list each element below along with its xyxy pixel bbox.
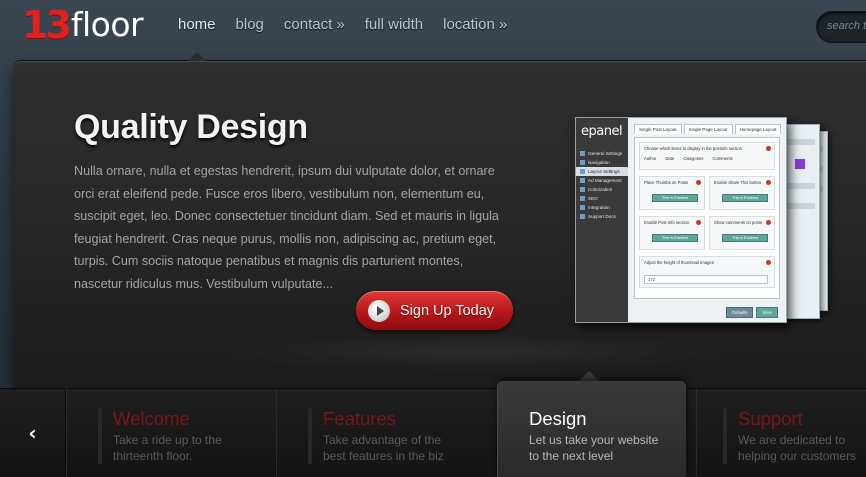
nav-blog[interactable]: blog [226,14,274,35]
slide-desc: Let us take your website to the next leve… [529,433,659,463]
slide-tab-features[interactable]: Features Take advantage of the best featu… [276,388,486,477]
site-logo[interactable]: 13 floor [22,3,144,47]
epanel-menu-item: Support Docs [576,212,628,221]
epanel-logo: epanel [581,124,623,139]
epanel-sidebar: epanel General Settings Navigation Layou… [576,118,628,322]
logo-number: 13 [22,3,72,47]
nav-location[interactable]: location » [433,14,517,35]
epanel-option-box: Enable Share This button This is Enabled [709,176,775,210]
play-icon [368,299,390,322]
site-header: 13 floor home blog contact » full width … [0,0,866,60]
epanel-body: Choose which items to display in the pos… [634,137,780,299]
featured-text: Nulla ornare, nulla et egestas hendrerit… [74,164,499,291]
epanel-thumb-height-row: Adjust the height of thumbnail images 17… [639,256,775,288]
epanel-menu-item: Ad Management [576,176,628,185]
slide-desc: Take a ride up to the thirteenth floor. [113,433,222,463]
nav-contact[interactable]: contact » [274,14,355,35]
epanel-postinfo-row: Choose which items to display in the pos… [639,142,775,170]
epanel-option-box: Place Thumbs on Posts This is Enabled [639,176,705,210]
epanel-screenshot: epanel General Settings Navigation Layou… [575,117,787,323]
logo-word: floor [70,5,144,44]
epanel-menu-item: Navigation [576,158,628,167]
featured-title: Quality Design [74,108,308,146]
nav-home[interactable]: home [168,14,226,35]
nav-full-width[interactable]: full width [355,14,433,35]
slide-title: Support [738,408,803,429]
chevron-left-icon: ‹ [28,420,37,445]
slide-tab-design[interactable]: Design Let us take your website to the ne… [497,381,687,477]
epanel-menu-item: Integration [576,203,628,212]
epanel-tab: Single Page Layout [683,124,733,134]
epanel-menu-item: Colorization [576,185,628,194]
epanel-menu-item: SEO [576,194,628,203]
epanel-menu-item: Layout Settings [576,167,628,176]
epanel-tab: Homepage Layout [734,124,782,134]
epanel-menu-item: General Settings [576,149,628,158]
panel-glow [214,332,734,372]
epanel-save-button: Save [756,307,778,318]
main-nav: home blog contact » full width location … [168,14,517,35]
search-input[interactable]: search th [816,11,866,43]
slide-tab-support[interactable]: Support We are dedicated to helping our c… [696,388,866,477]
epanel-tab: Single Post Layout [634,124,682,134]
slide-tab-welcome[interactable]: Welcome Take a ride up to the thirteenth … [66,388,276,477]
epanel-option-box: Enable Post Info section This is Enabled [639,216,705,250]
slide-desc: Take advantage of the best features in th… [323,433,444,463]
slide-desc: We are dedicated to helping our customers [738,433,857,463]
slide-title: Features [323,408,397,429]
active-nav-indicator [188,52,206,61]
epanel-option-box: Show comments on posts This is Enabled [709,216,775,250]
epanel-defaults-button: Defaults [726,307,754,318]
prev-slide-button[interactable]: ‹ [0,388,66,477]
sign-up-label: Sign Up Today [400,302,495,319]
epanel-main: Single Post Layout Single Page Layout Ho… [628,118,786,322]
slide-title: Welcome [113,408,190,429]
slide-title: Design [529,408,587,429]
sign-up-button[interactable]: Sign Up Today [356,291,513,330]
